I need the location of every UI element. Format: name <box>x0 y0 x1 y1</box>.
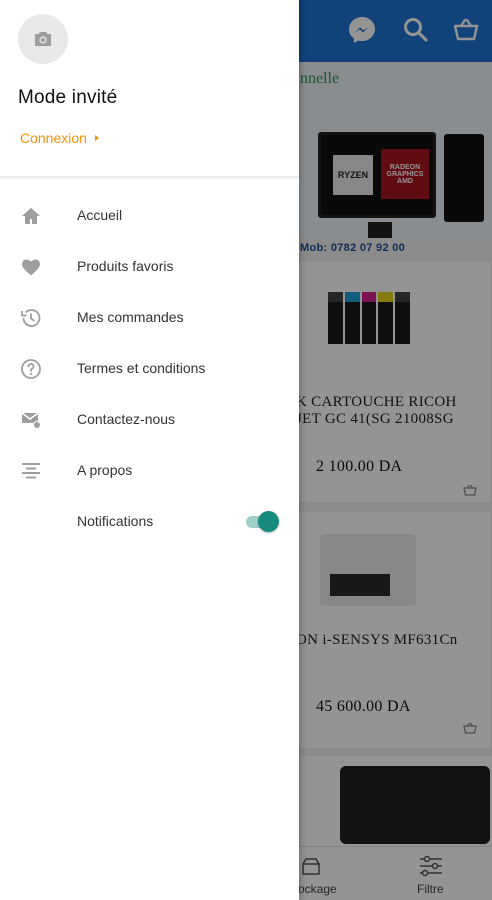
navigation-drawer: Mode invité Connexion Accueil Produits f… <box>0 0 299 900</box>
menu-item-label: Mes commandes <box>77 309 184 325</box>
menu-item-notifications: Notifications <box>0 499 299 545</box>
heart-icon <box>22 259 40 276</box>
menu-item-produits-favoris[interactable]: Produits favoris <box>0 244 299 290</box>
menu-item-label: Produits favoris <box>77 258 174 274</box>
menu-item-accueil[interactable]: Accueil <box>0 193 299 239</box>
guest-mode-label: Mode invité <box>18 87 118 108</box>
login-label: Connexion <box>20 130 87 146</box>
toggle-knob <box>258 511 279 532</box>
help-circle-icon <box>21 359 41 379</box>
menu-item-a-propos[interactable]: A propos <box>0 448 299 494</box>
drawer-header: Mode invité Connexion <box>0 0 299 177</box>
notifications-toggle[interactable] <box>246 511 279 532</box>
menu-item-mes-commandes[interactable]: Mes commandes <box>0 295 299 341</box>
camera-icon <box>35 32 51 46</box>
history-icon <box>21 309 41 327</box>
mail-icon <box>21 412 41 429</box>
menu-item-contactez-nous[interactable]: Contactez-nous <box>0 397 299 443</box>
menu-item-termes-et-conditions[interactable]: Termes et conditions <box>0 346 299 392</box>
menu-item-label: A propos <box>77 462 133 478</box>
home-icon <box>22 208 40 224</box>
arrow-right-icon <box>94 135 99 141</box>
menu-item-label: Notifications <box>77 513 154 529</box>
menu-item-label: Accueil <box>77 207 123 223</box>
login-link[interactable]: Connexion <box>20 130 99 146</box>
avatar[interactable] <box>18 14 68 64</box>
menu-item-label: Termes et conditions <box>77 360 206 376</box>
align-center-icon <box>22 463 40 479</box>
menu-item-label: Contactez-nous <box>77 411 176 427</box>
